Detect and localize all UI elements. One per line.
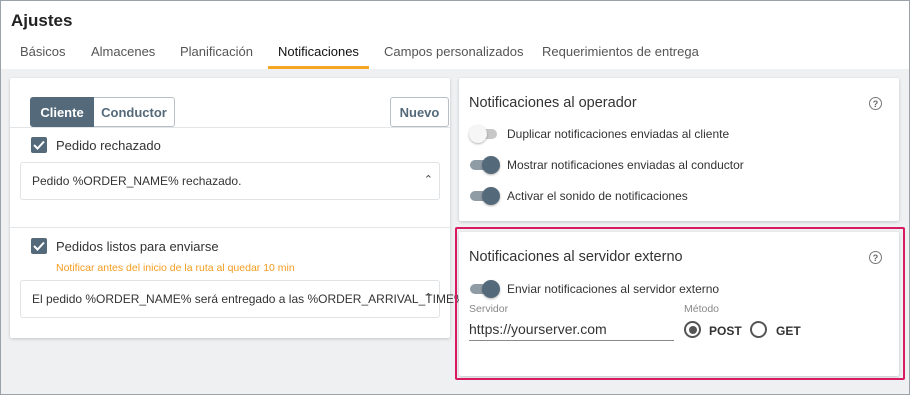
content-area: Cliente Conductor Nuevo Pedido rechazado… [1,69,909,394]
checkmark-icon [33,241,45,251]
duplicate-client-label: Duplicar notificaciones enviadas al clie… [507,127,730,141]
rejected-order-checkbox[interactable] [31,137,47,153]
recipient-segmented-control: Cliente Conductor [30,97,175,127]
chevron-up-icon[interactable]: ⌃ [424,173,433,186]
tab-campos-personalizados[interactable]: Campos personalizados [384,44,523,69]
tab-requerimientos-entrega[interactable]: Requerimientos de entrega [542,44,699,69]
new-notification-button[interactable]: Nuevo [390,97,449,127]
operator-panel-title: Notificaciones al operador [469,95,637,111]
tab-almacenes[interactable]: Almacenes [91,44,155,69]
ready-to-ship-checkbox[interactable] [31,238,47,254]
rejected-order-label: Pedido rechazado [56,138,161,153]
ready-to-ship-label: Pedidos listos para enviarse [56,239,219,254]
ready-to-ship-hint[interactable]: Notificar antes del inicio de la ruta al… [56,262,295,274]
ready-to-ship-message-field[interactable]: El pedido %ORDER_NAME% será entregado a … [20,280,468,318]
rejected-order-message-text: Pedido %ORDER_NAME% rechazado. [32,174,242,188]
page-title: Ajustes [11,11,73,30]
header: Ajustes Básicos Almacenes Planificación … [1,1,909,69]
highlight-frame [455,227,905,380]
show-driver-toggle[interactable] [469,156,500,174]
chevron-up-icon[interactable]: ⌃ [424,291,433,304]
sound-toggle[interactable] [469,187,500,205]
sound-label: Activar el sonido de notificaciones [507,189,688,203]
segment-client-button[interactable]: Cliente [30,97,94,127]
ready-to-ship-message-text: El pedido %ORDER_NAME% será entregado a … [32,292,468,306]
help-icon[interactable]: ? [869,97,882,110]
rejected-order-message-field[interactable]: Pedido %ORDER_NAME% rechazado. ⌃ [20,162,440,200]
show-driver-label: Mostrar notificaciones enviadas al condu… [507,158,744,172]
checkmark-icon [33,140,45,150]
divider [10,227,450,228]
operator-notifications-panel: Notificaciones al operador ? Duplicar no… [459,78,899,221]
tab-planificacion[interactable]: Planificación [180,44,253,69]
segment-driver-button[interactable]: Conductor [94,97,175,127]
tab-basicos[interactable]: Básicos [20,44,66,69]
client-notifications-panel: Cliente Conductor Nuevo Pedido rechazado… [10,78,468,338]
duplicate-client-toggle[interactable] [469,125,499,143]
divider [10,127,450,128]
tab-notificaciones[interactable]: Notificaciones [268,44,369,69]
